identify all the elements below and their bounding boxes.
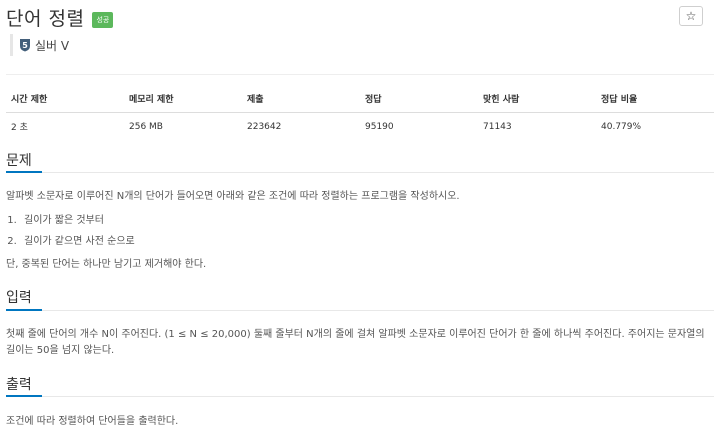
header-accepted: 정답 xyxy=(360,86,478,113)
section-divider xyxy=(6,172,714,173)
section-accent xyxy=(6,309,42,311)
section-title-input: 입력 xyxy=(6,290,32,306)
tier-number: 5 xyxy=(22,41,28,50)
header-time-limit: 시간 제한 xyxy=(6,86,124,113)
header-memory-limit: 메모리 제한 xyxy=(124,86,242,113)
section-accent xyxy=(6,395,42,397)
section-title-problem: 문제 xyxy=(6,153,32,169)
star-icon: ☆ xyxy=(685,9,697,23)
header-submissions: 제출 xyxy=(242,86,360,113)
value-accept-ratio: 40.779% xyxy=(601,121,642,132)
stats-header-row: 시간 제한 메모리 제한 제출 정답 맞힌 사람 정답 비율 xyxy=(6,86,714,113)
tier-row: 5 실버 V xyxy=(10,34,69,56)
problem-description: 알파벳 소문자로 이루어진 N개의 단어가 들어오면 아래와 같은 조건에 따라… xyxy=(6,191,460,202)
section-divider xyxy=(6,310,714,311)
value-submissions[interactable]: 223642 xyxy=(242,113,360,141)
input-description: 첫째 줄에 단어의 개수 N이 주어진다. (1 ≤ N ≤ 20,000) 둘… xyxy=(6,329,705,356)
value-solved-users[interactable]: 71143 xyxy=(478,113,596,141)
value-accepted: 95190 xyxy=(365,121,394,132)
status-badge: 성공 xyxy=(92,11,114,28)
header-accept-ratio: 정답 비율 xyxy=(596,86,714,113)
problem-note: 단, 중복된 단어는 하나만 남기고 제거해야 한다. xyxy=(6,259,207,270)
problem-title: 단어 정렬 xyxy=(6,8,85,30)
output-description: 조건에 따라 정렬하여 단어들을 출력한다. xyxy=(6,416,179,427)
tier-shield-icon: 5 xyxy=(20,39,30,52)
header-solved-users: 맞힌 사람 xyxy=(478,86,596,113)
list-item: 길이가 같으면 사전 순으로 xyxy=(20,231,135,252)
value-time-limit: 2 초 xyxy=(11,123,28,133)
problem-page: 단어 정렬 성공 ☆ 5 실버 V 시간 제한 메모리 제한 제출 정답 맞힌 … xyxy=(0,0,720,440)
tier-label: 실버 V xyxy=(35,38,70,53)
condition-list: 길이가 짧은 것부터 길이가 같으면 사전 순으로 xyxy=(6,210,135,252)
section-divider xyxy=(6,396,714,397)
stats-table: 시간 제한 메모리 제한 제출 정답 맞힌 사람 정답 비율 2 초 256 M… xyxy=(6,86,714,140)
divider xyxy=(6,74,714,75)
list-item: 길이가 짧은 것부터 xyxy=(20,210,135,231)
title-row: 단어 정렬 성공 xyxy=(6,4,114,31)
value-memory-limit: 256 MB xyxy=(129,121,163,132)
favorite-star-button[interactable]: ☆ xyxy=(679,6,703,26)
section-title-output: 출력 xyxy=(6,377,32,393)
stats-value-row: 2 초 256 MB 223642 95190 71143 40.779% xyxy=(6,113,714,141)
section-accent xyxy=(6,171,42,173)
